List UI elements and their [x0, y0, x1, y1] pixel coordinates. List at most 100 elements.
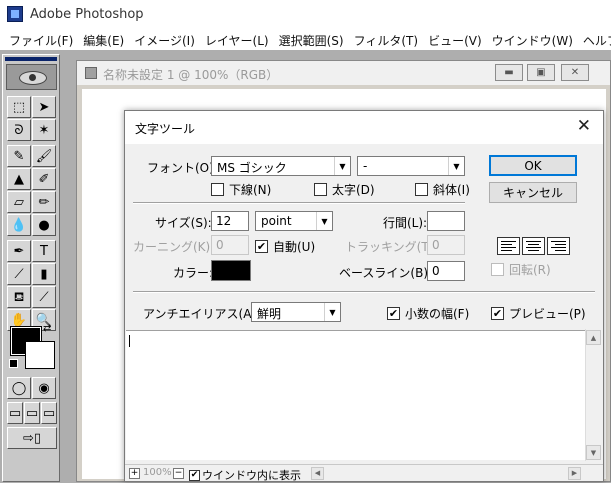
pencil-tool-icon[interactable]: ✏ — [32, 191, 56, 213]
auto-kerning-checkbox[interactable]: ✔ 自動(U) — [255, 238, 315, 255]
tracking-input[interactable]: 0 — [427, 235, 465, 255]
menu-view[interactable]: ビュー(V) — [423, 32, 487, 49]
gradient-tool-icon[interactable]: ▮ — [32, 263, 56, 285]
burn-tool-icon[interactable]: ● — [32, 214, 56, 236]
fractional-label: 小数の幅(F) — [405, 307, 470, 321]
scroll-up-icon[interactable]: ▲ — [586, 330, 601, 345]
tracking-label: トラッキング(T): — [345, 240, 438, 254]
menu-select[interactable]: 選択範囲(S) — [274, 32, 349, 49]
document-title-bar[interactable]: 名称未設定 1 @ 100%（RGB） ▬ ▣ ✕ — [77, 61, 610, 85]
antialias-value: 鮮明 — [257, 307, 282, 321]
antialias-select[interactable]: 鮮明 ▼ — [251, 302, 341, 322]
magic-wand-tool-icon[interactable]: ✶ — [32, 119, 56, 141]
font-style-value: - — [363, 159, 368, 173]
dialog-title-bar[interactable]: 文字ツール ✕ — [125, 111, 603, 144]
preview-label: プレビュー(P) — [509, 307, 586, 321]
airbrush-tool-icon[interactable]: ✎ — [7, 145, 31, 167]
maximize-button[interactable]: ▣ — [527, 64, 555, 81]
rubber-stamp-tool-icon[interactable]: ▲ — [7, 168, 31, 190]
preview-checkbox[interactable]: ✔ プレビュー(P) — [491, 305, 586, 322]
font-style-select[interactable]: - ▼ — [357, 156, 465, 176]
italic-checkbox[interactable]: 斜体(I) — [415, 181, 470, 198]
full-screen-menu-mode-icon[interactable]: ▭ — [24, 402, 40, 424]
font-label: フォント(O): — [147, 161, 218, 175]
menu-image[interactable]: イメージ(I) — [129, 32, 200, 49]
separator — [133, 202, 465, 204]
leading-label: 行間(L): — [383, 216, 428, 230]
menu-edit[interactable]: 編集(E) — [78, 32, 129, 49]
measure-tool-icon[interactable]: ⟋ — [7, 263, 31, 285]
font-select[interactable]: MS ゴシック ▼ — [211, 156, 351, 176]
bold-label: 太字(D) — [332, 183, 375, 197]
history-brush-tool-icon[interactable]: ✐ — [32, 168, 56, 190]
text-color-swatch[interactable] — [211, 260, 251, 281]
document-icon — [85, 67, 97, 79]
align-left-icon[interactable] — [497, 237, 520, 255]
fractional-widths-checkbox[interactable]: ✔ 小数の幅(F) — [387, 305, 469, 322]
toolbox: ⬚ ➤ ᘐ ✶ ✎ 🖌 ▲ ✐ ▱ ✏ 💧 ● ✒ T ⟋ ▮ ⛾ ⟋ ✋ 🔍 … — [2, 54, 60, 482]
marquee-tool-icon[interactable]: ⬚ — [7, 96, 31, 118]
lasso-tool-icon[interactable]: ᘐ — [7, 119, 31, 141]
color-label: カラー: — [173, 266, 214, 280]
toolbox-title-bar[interactable] — [5, 57, 57, 61]
separator — [133, 291, 595, 293]
swap-colors-icon[interactable]: ⇄ — [43, 323, 51, 334]
eyedropper-tool-icon[interactable]: ⟋ — [32, 286, 56, 308]
kerning-label: カーニング(K): — [133, 240, 215, 254]
jump-to-imageready-icon[interactable]: ⇨▯ — [7, 427, 57, 449]
minimize-button[interactable]: ▬ — [495, 64, 523, 81]
move-tool-icon[interactable]: ➤ — [32, 96, 56, 118]
italic-label: 斜体(I) — [433, 183, 470, 197]
close-icon[interactable]: ✕ — [577, 116, 591, 136]
standard-screen-mode-icon[interactable]: ▭ — [7, 402, 23, 424]
menu-layer[interactable]: レイヤー(L) — [200, 32, 274, 49]
standard-mode-icon[interactable]: ◯ — [7, 377, 31, 399]
scroll-right-icon[interactable]: ▶ — [568, 467, 581, 480]
type-tool-icon[interactable]: T — [32, 240, 56, 262]
text-caret — [129, 335, 130, 347]
rotate-checkbox[interactable]: 回転(R) — [491, 261, 551, 278]
align-right-icon[interactable] — [547, 237, 570, 255]
full-screen-mode-icon[interactable]: ▭ — [41, 402, 57, 424]
leading-input[interactable] — [427, 211, 465, 231]
paint-bucket-tool-icon[interactable]: ⛾ — [7, 286, 31, 308]
antialias-label: アンチエイリアス(A): — [143, 307, 261, 321]
underline-checkbox[interactable]: 下線(N) — [211, 181, 271, 198]
check-icon: ✔ — [189, 469, 200, 481]
menu-window[interactable]: ウインドウ(W) — [487, 32, 578, 49]
text-vertical-scrollbar[interactable]: ▲ ▼ — [585, 329, 601, 461]
font-value: MS ゴシック — [217, 161, 287, 175]
menu-help[interactable]: ヘルプ(H) — [578, 32, 611, 49]
baseline-input[interactable]: 0 — [427, 261, 465, 281]
chevron-down-icon: ▼ — [316, 212, 332, 230]
paintbrush-tool-icon[interactable]: 🖌 — [32, 145, 56, 167]
zoom-out-icon[interactable]: − — [173, 468, 184, 479]
fit-window-checkbox[interactable]: ✔ ウインドウ内に表示 — [189, 467, 301, 483]
align-center-icon[interactable] — [522, 237, 545, 255]
text-entry-area[interactable] — [126, 330, 598, 460]
bold-checkbox[interactable]: 太字(D) — [314, 181, 375, 198]
chevron-down-icon: ▼ — [448, 157, 464, 175]
chevron-down-icon: ▼ — [334, 157, 350, 175]
zoom-in-icon[interactable]: + — [129, 468, 140, 479]
dialog-status-bar: + 100% − ✔ ウインドウ内に表示 ◀ ▶ — [125, 464, 603, 483]
auto-label: 自動(U) — [273, 240, 316, 254]
cancel-button[interactable]: キャンセル — [489, 182, 577, 203]
blur-tool-icon[interactable]: 💧 — [7, 214, 31, 236]
menu-filter[interactable]: フィルタ(T) — [349, 32, 423, 49]
kerning-input[interactable]: 0 — [211, 235, 249, 255]
app-title-bar: Adobe Photoshop — [0, 0, 611, 30]
size-unit-select[interactable]: point ▼ — [255, 211, 333, 231]
background-color-swatch[interactable] — [25, 341, 55, 369]
close-document-button[interactable]: ✕ — [561, 64, 589, 81]
default-colors-icon[interactable] — [9, 359, 18, 368]
fit-window-label: ウインドウ内に表示 — [202, 469, 301, 482]
size-input[interactable]: 12 — [211, 211, 249, 231]
scroll-down-icon[interactable]: ▼ — [586, 445, 601, 460]
menu-file[interactable]: ファイル(F) — [4, 32, 78, 49]
quick-mask-mode-icon[interactable]: ◉ — [32, 377, 56, 399]
scroll-left-icon[interactable]: ◀ — [311, 467, 324, 480]
ok-button[interactable]: OK — [489, 155, 577, 176]
pen-tool-icon[interactable]: ✒ — [7, 240, 31, 262]
eraser-tool-icon[interactable]: ▱ — [7, 191, 31, 213]
